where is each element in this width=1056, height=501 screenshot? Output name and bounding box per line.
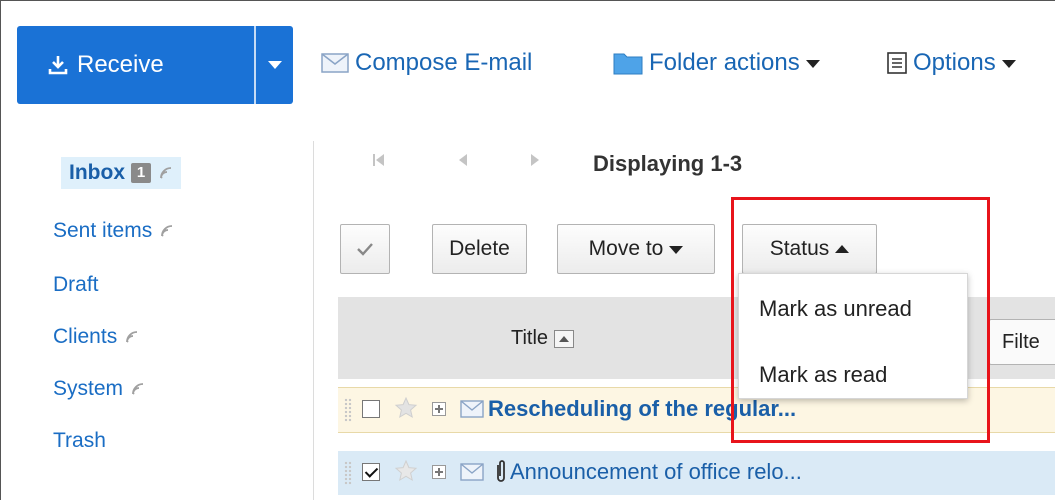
message-subject-link[interactable]: Announcement of office relo... (510, 459, 802, 485)
envelope-icon (460, 463, 484, 481)
envelope-icon (460, 400, 484, 418)
mail-window: Receive Compose E-mail Folder actions Op… (0, 0, 1055, 500)
receive-dropdown-button[interactable] (256, 26, 293, 104)
unread-count-badge: 1 (131, 163, 151, 183)
next-page-icon[interactable] (529, 151, 541, 169)
rss-feed-icon (132, 383, 144, 395)
sidebar-item-label: Draft (53, 273, 99, 296)
first-page-icon[interactable] (371, 151, 387, 169)
title-column-label: Title (511, 327, 549, 349)
row-checkbox[interactable] (362, 400, 380, 418)
folder-actions-menu[interactable]: Folder actions (613, 48, 820, 78)
receive-button[interactable]: Receive (17, 26, 249, 104)
options-label: Options (913, 49, 996, 76)
status-dropdown-menu: Mark as unread Mark as read (738, 273, 968, 399)
filter-button[interactable]: Filte (989, 319, 1055, 365)
compose-email-label: Compose E-mail (355, 49, 533, 76)
envelope-icon (321, 53, 349, 73)
star-icon[interactable] (394, 459, 418, 483)
download-icon (48, 56, 68, 75)
drag-handle-icon[interactable] (344, 461, 352, 485)
sidebar-item-label: Sent items (53, 219, 153, 242)
sort-ascending-icon[interactable] (554, 329, 575, 348)
sidebar-item-label: Clients (53, 325, 118, 348)
expand-icon[interactable] (432, 465, 446, 479)
inbox-label: Inbox (69, 161, 125, 184)
move-to-button[interactable]: Move to (557, 224, 715, 274)
paperclip-icon (497, 460, 505, 482)
title-column-header[interactable]: Title (511, 327, 575, 350)
chevron-up-icon (835, 245, 850, 253)
sidebar-item-label: System (53, 377, 124, 400)
folder-actions-label: Folder actions (649, 49, 800, 76)
move-to-label: Move to (588, 237, 664, 260)
sidebar-item-label: Trash (53, 429, 106, 452)
folder-icon (613, 53, 643, 75)
options-menu[interactable]: Options (887, 48, 1016, 78)
pager-status: Displaying 1-3 (593, 151, 743, 176)
sidebar-item-draft[interactable]: Draft (53, 273, 99, 297)
sidebar-item-system[interactable]: System (53, 377, 145, 401)
rss-feed-icon (160, 167, 172, 179)
menu-item-mark-as-read[interactable]: Mark as read (759, 362, 887, 388)
chevron-down-icon (669, 246, 684, 254)
list-icon (887, 52, 907, 74)
sidebar-item-clients[interactable]: Clients (53, 325, 139, 349)
previous-page-icon[interactable] (457, 151, 469, 169)
drag-handle-icon[interactable] (344, 398, 352, 422)
checkmark-icon (357, 243, 373, 256)
select-all-button[interactable] (340, 224, 390, 274)
chevron-down-icon (1001, 60, 1016, 68)
status-button[interactable]: Status (742, 224, 877, 274)
delete-button[interactable]: Delete (432, 224, 527, 274)
row-checkbox[interactable] (362, 463, 380, 481)
chevron-down-icon (805, 60, 820, 68)
delete-label: Delete (449, 237, 510, 260)
chevron-down-icon (267, 61, 282, 69)
message-subject-link[interactable]: Rescheduling of the regular... (488, 396, 796, 422)
sidebar-item-sent-items[interactable]: Sent items (53, 219, 174, 243)
receive-label: Receive (77, 51, 164, 78)
sidebar-divider (313, 141, 314, 500)
compose-email-link[interactable]: Compose E-mail (321, 48, 532, 78)
table-row[interactable]: Announcement of office relo... (338, 451, 1055, 495)
receive-split-button: Receive (17, 26, 293, 104)
sidebar-item-inbox[interactable]: Inbox 1 (61, 157, 181, 189)
star-icon[interactable] (394, 396, 418, 420)
expand-icon[interactable] (432, 402, 446, 416)
sidebar-item-trash[interactable]: Trash (53, 429, 106, 453)
menu-item-mark-as-unread[interactable]: Mark as unread (759, 296, 912, 322)
rss-feed-icon (126, 331, 138, 343)
rss-feed-icon (161, 225, 173, 237)
filter-label: Filte (1002, 330, 1040, 353)
status-label: Status (769, 237, 830, 260)
